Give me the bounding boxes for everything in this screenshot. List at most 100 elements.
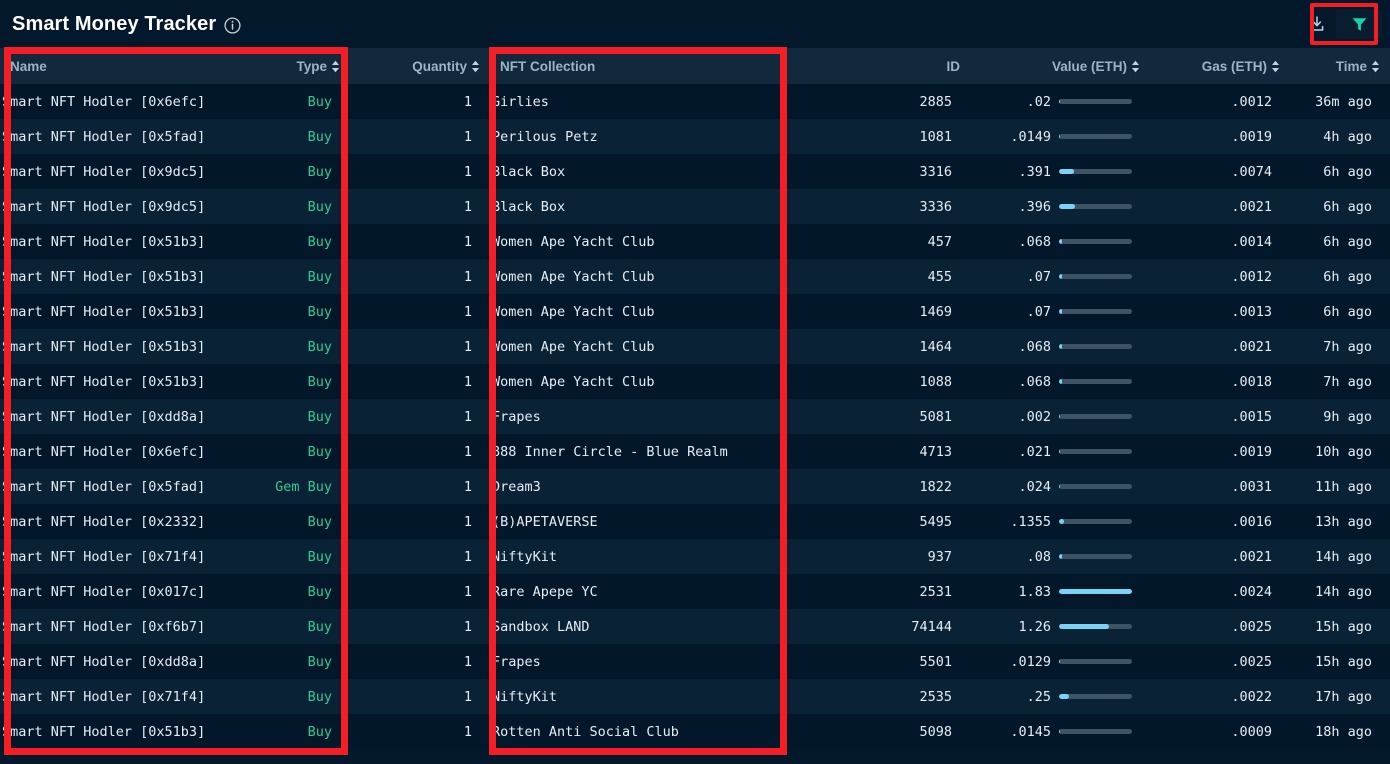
cell-value: .068 <box>962 234 1142 250</box>
cell-nft-collection: 888 Inner Circle - Blue Realm <box>492 443 728 460</box>
table-row[interactable]: Smart NFT Hodler [0x2332] Buy 1 (B)APETAVER… <box>0 504 1390 539</box>
cell-id: 2885 <box>919 93 952 110</box>
table-header-row: Name Type Quantity NFT Collection ID Val… <box>0 48 1390 84</box>
cell-value-number: .25 <box>1026 688 1051 705</box>
cell-nft-collection: Sandbox LAND <box>492 618 590 635</box>
column-header-quantity[interactable]: Quantity <box>350 59 490 74</box>
value-bar <box>1059 519 1132 524</box>
cell-value: .024 <box>962 479 1142 495</box>
cell-id: 3336 <box>919 198 952 215</box>
cell-value: .002 <box>962 409 1142 425</box>
table-row[interactable]: Smart NFT Hodler [0x017c] Buy 1 Rare Apepe … <box>0 574 1390 609</box>
table-row[interactable]: Smart NFT Hodler [0x6efc] Buy 1 Girlies 2885… <box>0 84 1390 119</box>
value-bar <box>1059 484 1132 489</box>
table-row[interactable]: Smart NFT Hodler [0xdd8a] Buy 1 Frapes 5501.… <box>0 644 1390 679</box>
cell-nft-collection: Perilous Petz <box>492 128 598 145</box>
cell-time: 6h ago <box>1323 303 1372 320</box>
cell-value: .068 <box>962 339 1142 355</box>
download-icon <box>1310 16 1324 31</box>
top-bar: Smart Money Tracker <box>0 0 1390 48</box>
column-header-gas[interactable]: Gas (ETH) <box>1150 59 1290 74</box>
cell-time: 18h ago <box>1315 723 1372 740</box>
value-bar <box>1059 99 1132 104</box>
table-row[interactable]: Smart NFT Hodler [0xdd8a] Buy 1 Frapes 5081.… <box>0 399 1390 434</box>
table-row[interactable]: Smart NFT Hodler [0x5fad] Gem Buy 1 Dream3 1… <box>0 469 1390 504</box>
cell-nft-collection: Women Ape Yacht Club <box>492 268 655 285</box>
cell-time: 13h ago <box>1315 513 1372 530</box>
cell-value-number: .02 <box>1026 93 1051 110</box>
cell-nft-collection: Women Ape Yacht Club <box>492 373 655 390</box>
table-row[interactable]: Smart NFT Hodler [0xf6b7] Buy 1 Sandbox LAN… <box>0 609 1390 644</box>
cell-time: 14h ago <box>1315 583 1372 600</box>
cell-gas: .0014 <box>1231 233 1272 250</box>
column-header-name[interactable]: Name <box>0 59 280 74</box>
table-row[interactable]: Smart NFT Hodler [0x51b3] Buy 1 Rotten Anti… <box>0 714 1390 749</box>
cell-name: Smart NFT Hodler [0x51b3] <box>2 233 206 250</box>
info-circle-icon[interactable] <box>224 16 241 34</box>
cell-name: Smart NFT Hodler [0x71f4] <box>2 548 206 565</box>
cell-quantity: 1 <box>463 618 472 635</box>
cell-value-number: .024 <box>1018 478 1051 495</box>
table-row[interactable]: Smart NFT Hodler [0x9dc5] Buy 1 Black Box 33… <box>0 189 1390 224</box>
cell-quantity: 1 <box>463 268 472 285</box>
filter-button[interactable] <box>1336 9 1382 39</box>
table-row[interactable]: Smart NFT Hodler [0x6efc] Buy 1 888 Inner C… <box>0 434 1390 469</box>
table-row[interactable]: Smart NFT Hodler [0x51b3] Buy 1 Women Ape Y… <box>0 224 1390 259</box>
column-header-nft-collection[interactable]: NFT Collection <box>490 59 795 74</box>
download-button[interactable] <box>1304 11 1330 37</box>
cell-id: 5081 <box>919 408 952 425</box>
cell-quantity: 1 <box>463 583 472 600</box>
table-row[interactable]: Smart NFT Hodler [0x51b3] Buy 1 Women Ape Y… <box>0 294 1390 329</box>
table-row[interactable]: Smart NFT Hodler [0x71f4] Buy 1 NiftyKit 937… <box>0 539 1390 574</box>
table-row[interactable]: Smart NFT Hodler [0x9dc5] Buy 1 Black Box 33… <box>0 154 1390 189</box>
sort-arrows-icon <box>1371 60 1380 73</box>
cell-time: 6h ago <box>1323 198 1372 215</box>
cell-value-number: 1.26 <box>1018 618 1051 635</box>
cell-quantity: 1 <box>463 303 472 320</box>
cell-name: Smart NFT Hodler [0x6efc] <box>2 443 206 460</box>
cell-name: Smart NFT Hodler [0x5fad] <box>2 128 206 145</box>
transactions-table: Name Type Quantity NFT Collection ID Val… <box>0 48 1390 749</box>
toolbar-actions <box>1304 0 1382 48</box>
column-header-time[interactable]: Time <box>1290 59 1390 74</box>
cell-nft-collection: Girlies <box>492 93 549 110</box>
column-header-type[interactable]: Type <box>280 59 350 74</box>
value-bar <box>1059 624 1132 629</box>
value-bar <box>1059 449 1132 454</box>
cell-quantity: 1 <box>463 408 472 425</box>
cell-nft-collection: Rotten Anti Social Club <box>492 723 679 740</box>
cell-value-number: .0129 <box>1010 653 1051 670</box>
cell-time: 15h ago <box>1315 653 1372 670</box>
cell-value: 1.83 <box>962 584 1142 600</box>
cell-type: Buy <box>307 688 332 705</box>
cell-value-number: .0149 <box>1010 128 1051 145</box>
column-header-id[interactable]: ID <box>795 59 970 74</box>
cell-gas: .0012 <box>1231 93 1272 110</box>
column-header-type-label: Type <box>296 58 327 74</box>
title-group: Smart Money Tracker <box>12 13 241 36</box>
cell-value: .0149 <box>962 129 1142 145</box>
cell-id: 3316 <box>919 163 952 180</box>
cell-gas: .0013 <box>1231 303 1272 320</box>
table-row[interactable]: Smart NFT Hodler [0x51b3] Buy 1 Women Ape Y… <box>0 364 1390 399</box>
cell-quantity: 1 <box>463 688 472 705</box>
cell-value-number: .0145 <box>1010 723 1051 740</box>
table-row[interactable]: Smart NFT Hodler [0x51b3] Buy 1 Women Ape Y… <box>0 259 1390 294</box>
cell-gas: .0019 <box>1231 443 1272 460</box>
cell-gas: .0074 <box>1231 163 1272 180</box>
table-row[interactable]: Smart NFT Hodler [0x51b3] Buy 1 Women Ape Y… <box>0 329 1390 364</box>
cell-gas: .0031 <box>1231 478 1272 495</box>
value-bar <box>1059 344 1132 349</box>
table-row[interactable]: Smart NFT Hodler [0x5fad] Buy 1 Perilous Pe… <box>0 119 1390 154</box>
cell-time: 36m ago <box>1315 93 1372 110</box>
cell-quantity: 1 <box>463 513 472 530</box>
cell-value: .391 <box>962 164 1142 180</box>
cell-gas: .0022 <box>1231 688 1272 705</box>
column-header-gas-label: Gas (ETH) <box>1201 58 1267 74</box>
cell-name: Smart NFT Hodler [0x51b3] <box>2 303 206 320</box>
cell-type: Buy <box>307 723 332 740</box>
table-row[interactable]: Smart NFT Hodler [0x71f4] Buy 1 NiftyKit 253… <box>0 679 1390 714</box>
column-header-value[interactable]: Value (ETH) <box>970 59 1150 74</box>
table-body: Smart NFT Hodler [0x6efc] Buy 1 Girlies 2885… <box>0 84 1390 749</box>
cell-name: Smart NFT Hodler [0x6efc] <box>2 93 206 110</box>
